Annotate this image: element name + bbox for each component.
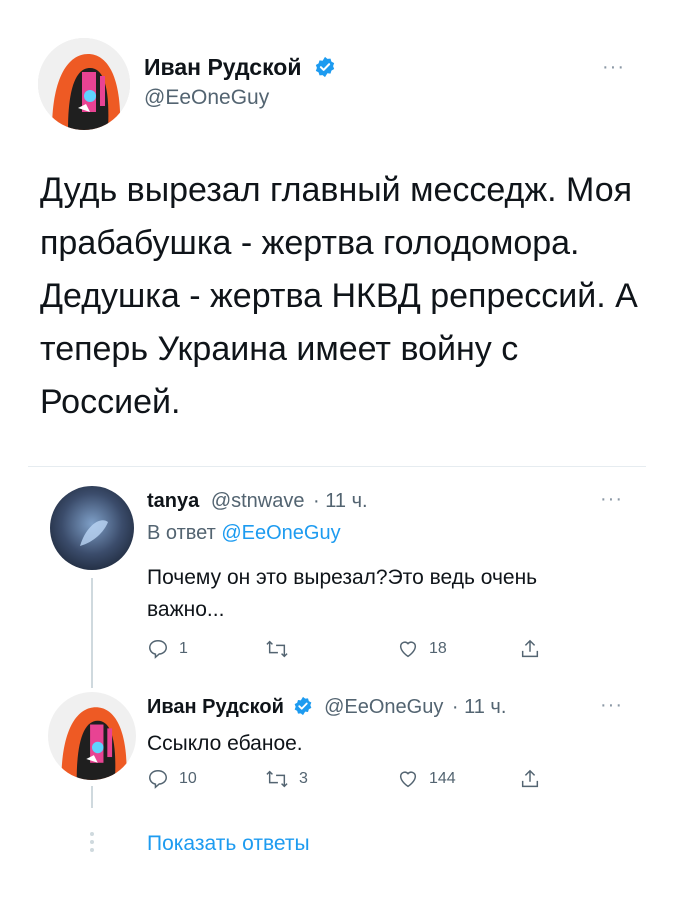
reply-2-actions: 10 3 144 (147, 768, 567, 794)
reply-2-text: Ссыкло ебаное. (147, 732, 303, 755)
main-tweet-text: Дудь вырезал главный месседж. Моя прабаб… (40, 171, 638, 421)
reply-to-prefix: В ответ (147, 522, 216, 544)
reply-2-reply-button[interactable]: 10 (147, 768, 197, 790)
retweet-icon (266, 770, 288, 788)
reply-2-time[interactable]: · 11 ч. (452, 696, 507, 718)
share-icon (521, 769, 539, 788)
reply-2-retweet-count: 3 (299, 770, 308, 787)
reply-2-share-button[interactable] (519, 768, 551, 790)
reply-1-reply-to: В ответ @EeOneGuy (147, 522, 341, 545)
reply-2-reply-count: 10 (179, 770, 197, 787)
reply-1-retweet-button[interactable] (265, 638, 299, 660)
like-icon (399, 771, 417, 788)
like-icon (399, 641, 417, 658)
show-replies-link[interactable]: Показать ответы (147, 832, 310, 856)
reply-2-like-count: 144 (429, 770, 456, 787)
avatar-illustration-icon (38, 38, 130, 130)
reply-1-reply-button[interactable]: 1 (147, 638, 188, 660)
reply-1-time[interactable]: · 11 ч. (313, 490, 368, 512)
thread-dots-icon (89, 832, 95, 854)
reply-1-author-name[interactable]: tanya (147, 490, 199, 512)
thread-line (91, 786, 93, 808)
main-author-avatar[interactable] (38, 38, 130, 130)
reply-1-header: tanya @stnwave · 11 ч. (147, 490, 368, 513)
share-icon (521, 639, 539, 658)
reply-2-retweet-button[interactable]: 3 (265, 768, 308, 790)
avatar-photo-icon (50, 486, 134, 570)
avatar-illustration-icon (48, 692, 136, 780)
reply-icon (149, 640, 167, 659)
reply-1-reply-count: 1 (179, 640, 188, 657)
reply-2-header: Иван Рудской @EeOneGuy · 11 ч. (147, 696, 506, 719)
main-author-name[interactable]: Иван Рудской (144, 54, 336, 81)
reply-1-text: Почему он это вырезал?Это ведь очень важ… (147, 566, 538, 621)
reply-1-like-button[interactable]: 18 (397, 638, 447, 660)
reply-1-share-button[interactable] (519, 638, 551, 660)
reply-1-avatar[interactable] (50, 486, 134, 570)
reply-2-more-icon[interactable]: ··· (600, 694, 623, 717)
reply-1-author-handle[interactable]: @stnwave (211, 490, 305, 512)
reply-1-more-icon[interactable]: ··· (600, 488, 623, 511)
reply-to-handle[interactable]: @EeOneGuy (221, 522, 340, 544)
reply-2-author-name[interactable]: Иван Рудской (147, 696, 284, 718)
main-author-name-text[interactable]: Иван Рудской (144, 54, 302, 80)
thread-line (91, 578, 93, 688)
more-icon[interactable]: ··· (602, 56, 625, 79)
reply-2-avatar[interactable] (48, 692, 136, 780)
reply-2-author-handle[interactable]: @EeOneGuy (324, 696, 443, 718)
verified-icon (315, 56, 335, 78)
reply-2-like-button[interactable]: 144 (397, 768, 456, 790)
main-author-handle[interactable]: @EeOneGuy (144, 86, 269, 110)
divider (28, 466, 646, 467)
verified-icon (294, 697, 311, 716)
retweet-icon (266, 640, 288, 658)
reply-icon (149, 770, 167, 789)
reply-1-actions: 1 18 (147, 638, 567, 664)
reply-1-like-count: 18 (429, 640, 447, 657)
